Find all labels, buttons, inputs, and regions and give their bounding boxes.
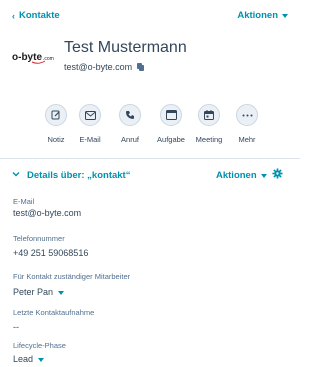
property-value[interactable]: -- (13, 322, 94, 332)
property-label: Für Kontakt zuständiger Mitarbeiter (13, 272, 131, 281)
call-label: Anruf (121, 135, 139, 144)
actions-label: Aktionen (237, 10, 278, 21)
top-bar: ‹ Kontakte Aktionen (0, 0, 300, 30)
note-icon (45, 104, 67, 126)
property-email: E-Mail test@o-byte.com (13, 197, 81, 218)
owner-dropdown[interactable]: Peter Pan (13, 287, 130, 297)
company-logo: o-byte .com (12, 48, 58, 66)
email-button[interactable]: E-Mail (70, 104, 110, 144)
task-icon (160, 104, 182, 126)
chevron-down-icon[interactable] (12, 170, 20, 178)
property-phone: Telefonnummer +49 251 59068516 (13, 234, 88, 258)
property-value[interactable]: test@o-byte.com (13, 208, 81, 218)
call-button[interactable]: Anruf (110, 104, 150, 144)
property-label: E-Mail (13, 197, 35, 206)
back-to-contacts-link[interactable]: ‹ Kontakte (12, 10, 60, 21)
details-actions-dropdown[interactable]: Aktionen (216, 170, 267, 181)
quick-actions: Notiz E-Mail Anruf Aufgabe Meeting Mehr (36, 104, 286, 154)
property-label: Lifecycle-Phase (13, 341, 66, 350)
task-button[interactable]: Aufgabe (151, 104, 191, 144)
note-label: Notiz (47, 135, 65, 144)
copy-icon[interactable] (137, 63, 145, 71)
contact-name: Test Mustermann (64, 39, 187, 56)
calendar-icon (198, 104, 220, 126)
property-label: Letzte Kontaktaufnahme (13, 308, 95, 317)
contact-profile: o-byte .com Test Mustermann test@o-byte.… (12, 36, 292, 76)
actions-dropdown[interactable]: Aktionen (237, 10, 288, 21)
email-label: E-Mail (79, 135, 101, 144)
more-label: Mehr (238, 135, 256, 144)
caret-down-icon (260, 174, 267, 178)
svg-text:o-byte: o-byte (12, 52, 42, 63)
property-lifecycle-stage: Lifecycle-Phase Lead (13, 341, 66, 364)
details-actions-label: Aktionen (216, 170, 257, 181)
more-icon (236, 104, 258, 126)
details-section-header: Details über: „kontakt“ Aktionen (0, 165, 300, 187)
contact-email: test@o-byte.com (64, 62, 133, 72)
task-label: Aufgabe (157, 135, 185, 144)
details-section-title[interactable]: Details über: „kontakt“ (27, 170, 130, 181)
lifecycle-dropdown[interactable]: Lead (13, 354, 66, 364)
email-icon (79, 104, 101, 126)
property-label: Telefonnummer (13, 234, 65, 243)
back-link-label: Kontakte (19, 10, 60, 21)
caret-down-icon (58, 290, 65, 295)
property-owner: Für Kontakt zuständiger Mitarbeiter Pete… (13, 272, 130, 297)
gear-icon[interactable] (272, 168, 283, 179)
meeting-button[interactable]: Meeting (189, 104, 229, 144)
property-value[interactable]: +49 251 59068516 (13, 248, 88, 258)
section-divider (0, 158, 300, 159)
phone-icon (119, 104, 141, 126)
contact-email-row: test@o-byte.com (64, 62, 145, 72)
meeting-label: Meeting (195, 135, 223, 144)
caret-down-icon (38, 357, 45, 362)
caret-down-icon (282, 14, 288, 18)
property-last-contacted: Letzte Kontaktaufnahme -- (13, 308, 94, 332)
more-button[interactable]: Mehr (227, 104, 267, 144)
chevron-left-icon: ‹ (12, 10, 15, 21)
